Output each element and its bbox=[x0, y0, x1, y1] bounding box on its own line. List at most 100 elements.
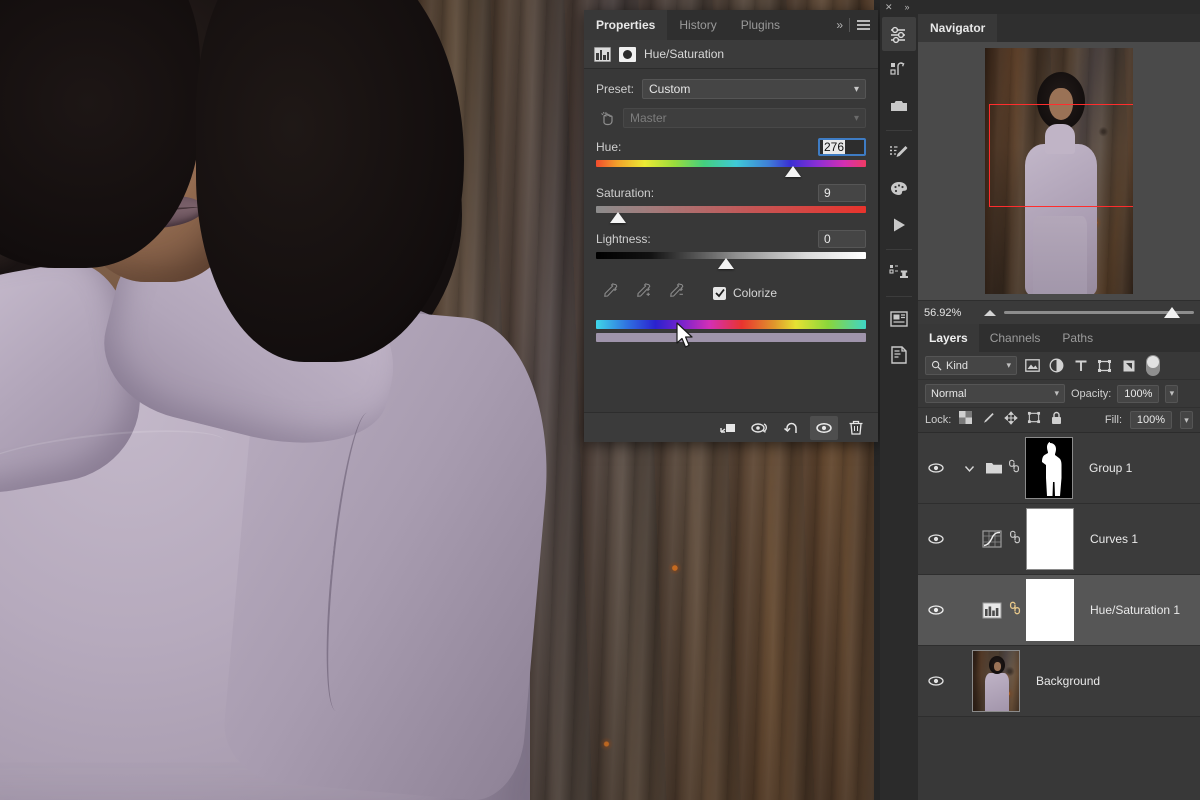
hue-value-field[interactable]: 276 bbox=[818, 138, 866, 156]
lightness-slider[interactable] bbox=[596, 250, 866, 272]
mask-link-icon[interactable] bbox=[1008, 458, 1020, 479]
spectrum-bar-result[interactable] bbox=[596, 333, 866, 342]
delete-adjustment-icon[interactable] bbox=[842, 416, 870, 440]
tab-history[interactable]: History bbox=[667, 10, 728, 40]
layer-name[interactable]: Hue/Saturation 1 bbox=[1074, 603, 1180, 617]
hue-track bbox=[596, 160, 866, 167]
channel-select[interactable]: Master ▾ bbox=[623, 108, 866, 128]
toggle-adjustment-visibility-icon[interactable] bbox=[810, 416, 838, 440]
layer-visibility-toggle[interactable] bbox=[918, 533, 954, 545]
divider bbox=[849, 18, 850, 32]
table-row[interactable]: Hue/Saturation 1 bbox=[918, 575, 1200, 646]
tab-paths[interactable]: Paths bbox=[1051, 324, 1104, 352]
swatches-icon[interactable] bbox=[882, 172, 916, 206]
actions-play-icon[interactable] bbox=[882, 208, 916, 242]
blend-mode-select[interactable]: Normal ▾ bbox=[925, 384, 1065, 403]
tab-channels[interactable]: Channels bbox=[979, 324, 1052, 352]
hue-slider-block: Hue: 276 bbox=[596, 137, 866, 180]
zoom-slider[interactable] bbox=[1004, 306, 1194, 320]
clone-source-icon[interactable] bbox=[882, 255, 916, 289]
navigator-preview-area[interactable] bbox=[918, 42, 1200, 300]
hue-saturation-adjustment-icon[interactable] bbox=[980, 602, 1004, 619]
spectrum-bar-original[interactable] bbox=[596, 320, 866, 329]
panel-menu-icon[interactable] bbox=[857, 20, 870, 30]
layer-thumbnail[interactable] bbox=[972, 650, 1020, 712]
subject-person-image bbox=[0, 0, 570, 800]
mask-link-icon[interactable] bbox=[1009, 600, 1021, 621]
opacity-stepper-icon[interactable]: ▾ bbox=[1165, 385, 1178, 403]
layer-mask-thumbnail-selected[interactable] bbox=[1026, 579, 1074, 641]
fill-stepper-icon[interactable]: ▾ bbox=[1180, 411, 1193, 429]
close-icon[interactable]: ✕ bbox=[885, 2, 893, 13]
hue-slider[interactable] bbox=[596, 158, 866, 180]
zoom-percentage[interactable]: 56.92% bbox=[924, 307, 976, 319]
tab-history-label: History bbox=[679, 18, 716, 32]
layer-mask-thumbnail[interactable] bbox=[1026, 508, 1074, 570]
hue-slider-thumb[interactable] bbox=[785, 166, 801, 177]
shape-filter-icon[interactable] bbox=[1096, 357, 1113, 374]
layer-kind-select[interactable]: Kind ▾ bbox=[925, 356, 1017, 375]
divider bbox=[886, 296, 912, 297]
adjustments-icon[interactable] bbox=[882, 17, 916, 51]
smart-object-filter-icon[interactable] bbox=[1120, 357, 1137, 374]
notes-icon[interactable] bbox=[882, 338, 916, 372]
eyedropper-add-icon[interactable] bbox=[635, 282, 652, 304]
tab-layers[interactable]: Layers bbox=[918, 324, 979, 352]
lock-image-pixels-icon[interactable] bbox=[981, 411, 995, 430]
preset-select[interactable]: Custom ▾ bbox=[642, 79, 866, 99]
colorize-checkbox[interactable] bbox=[713, 287, 726, 300]
layer-visibility-toggle[interactable] bbox=[918, 675, 954, 687]
properties-layout-icon[interactable] bbox=[882, 302, 916, 336]
eyedropper-icon[interactable] bbox=[602, 282, 619, 304]
adjustment-filter-icon[interactable] bbox=[1048, 357, 1065, 374]
filter-enable-toggle[interactable] bbox=[1146, 355, 1160, 376]
layer-filter-row: Kind ▾ bbox=[918, 352, 1200, 379]
targeted-adjustment-icon[interactable] bbox=[596, 109, 618, 127]
group-expand-chevron-icon[interactable] bbox=[958, 463, 980, 474]
tab-navigator[interactable]: Navigator bbox=[918, 14, 997, 42]
layer-visibility-toggle[interactable] bbox=[918, 604, 954, 616]
type-filter-icon[interactable] bbox=[1072, 357, 1089, 374]
layer-mask-thumbnail[interactable] bbox=[1025, 437, 1073, 499]
brush-settings-icon[interactable] bbox=[882, 136, 916, 170]
saturation-slider-thumb[interactable] bbox=[610, 212, 626, 223]
lock-all-icon[interactable] bbox=[1050, 411, 1063, 430]
tab-plugins[interactable]: Plugins bbox=[729, 10, 792, 40]
pixel-filter-icon[interactable] bbox=[1024, 357, 1041, 374]
lock-position-icon[interactable] bbox=[1004, 411, 1018, 430]
layer-visibility-toggle[interactable] bbox=[918, 462, 954, 474]
table-row[interactable]: Background bbox=[918, 646, 1200, 717]
libraries-icon[interactable] bbox=[882, 89, 916, 123]
fill-value[interactable]: 100% bbox=[1130, 411, 1172, 429]
toggle-previous-state-icon[interactable] bbox=[746, 416, 774, 440]
lock-artboard-nesting-icon[interactable] bbox=[1027, 411, 1041, 429]
history-icon[interactable] bbox=[882, 53, 916, 87]
mask-link-icon[interactable] bbox=[1009, 529, 1021, 550]
lightness-value-field[interactable]: 0 bbox=[818, 230, 866, 248]
eyedropper-subtract-icon[interactable] bbox=[668, 282, 685, 304]
navigator-view-rectangle[interactable] bbox=[989, 104, 1133, 207]
panel-overflow-icon[interactable]: » bbox=[836, 18, 842, 32]
fill-label: Fill: bbox=[1105, 414, 1122, 426]
zoom-out-icon[interactable] bbox=[984, 310, 996, 316]
layer-name[interactable]: Group 1 bbox=[1073, 461, 1132, 475]
saturation-value-field[interactable]: 9 bbox=[818, 184, 866, 202]
colorize-checkbox-group[interactable]: Colorize bbox=[713, 286, 777, 300]
reset-adjustment-icon[interactable] bbox=[778, 416, 806, 440]
layer-kind-value: Kind bbox=[946, 360, 968, 372]
curves-adjustment-icon[interactable] bbox=[980, 530, 1004, 548]
saturation-slider[interactable] bbox=[596, 204, 866, 226]
lock-transparent-pixels-icon[interactable] bbox=[959, 411, 972, 429]
dock-panels: Navigator bbox=[918, 14, 1200, 800]
table-row[interactable]: Curves 1 bbox=[918, 504, 1200, 575]
layer-name[interactable]: Background bbox=[1020, 674, 1100, 688]
opacity-value[interactable]: 100% bbox=[1117, 385, 1159, 403]
zoom-slider-handle[interactable] bbox=[1164, 307, 1180, 318]
expand-panels-icon[interactable]: » bbox=[905, 2, 910, 12]
table-row[interactable]: Group 1 bbox=[918, 433, 1200, 504]
photoshop-window: Properties History Plugins » Hue/Saturat… bbox=[0, 0, 1200, 800]
clip-to-layer-icon[interactable] bbox=[714, 416, 742, 440]
lightness-slider-thumb[interactable] bbox=[718, 258, 734, 269]
layer-name[interactable]: Curves 1 bbox=[1074, 532, 1138, 546]
tab-properties[interactable]: Properties bbox=[584, 10, 667, 40]
